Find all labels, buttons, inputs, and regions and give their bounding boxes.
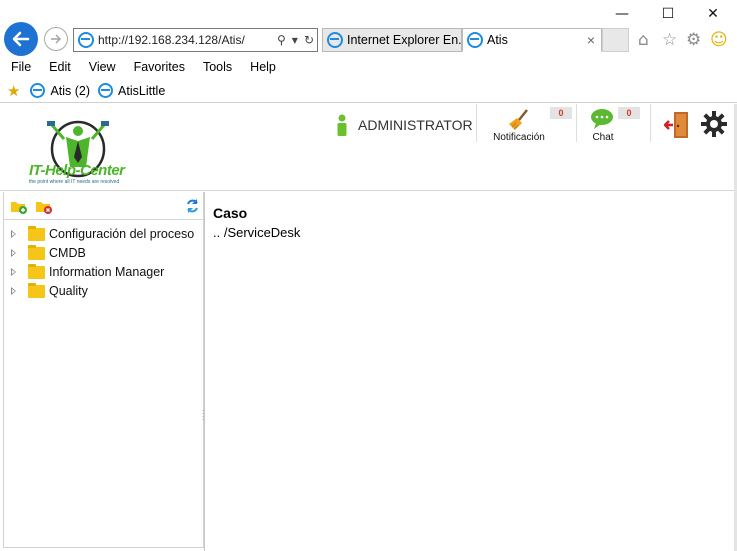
tree-item-label: Quality (49, 284, 88, 298)
tree-toolbar (4, 192, 204, 220)
arrow-left-icon (12, 31, 30, 47)
close-tab-icon[interactable]: × (587, 32, 595, 48)
favorite-atislittle[interactable]: AtisLittle (98, 83, 165, 98)
menu-edit[interactable]: Edit (38, 60, 78, 74)
menu-favorites[interactable]: Favorites (123, 60, 192, 74)
ie-icon (30, 83, 46, 98)
ie-icon (98, 83, 114, 98)
tab-label: Internet Explorer En... (347, 33, 461, 47)
tree-item-label: CMDB (49, 246, 86, 260)
chevron-down-icon[interactable]: ▼ (292, 36, 298, 45)
tree-item-information-manager[interactable]: Information Manager (4, 263, 164, 281)
app-header: IT-Help-Center the point where all IT ne… (0, 104, 737, 191)
tree-panel: Configuración del proceso CMDB Informati… (3, 192, 204, 548)
home-icon[interactable]: ⌂ (638, 30, 649, 50)
tab-atis[interactable]: Atis × (462, 28, 602, 52)
logout-door-icon[interactable] (664, 111, 690, 139)
notification-badge: 0 (550, 107, 572, 119)
splitter-grip-icon[interactable]: · · · · (202, 408, 207, 424)
logo-subtitle: the point where all IT needs are resolve… (29, 179, 120, 185)
menu-help[interactable]: Help (239, 60, 283, 74)
folder-icon (28, 225, 45, 241)
user-icon (337, 114, 347, 136)
folder-icon (28, 263, 45, 279)
address-text[interactable]: http://192.168.234.128/Atis/ (98, 33, 274, 47)
folder-icon (28, 244, 45, 260)
user-menu[interactable]: ADMINISTRATOR (335, 114, 473, 136)
tab-internet-explorer[interactable]: Internet Explorer En... (322, 28, 462, 52)
refresh-icon[interactable] (185, 198, 200, 214)
forward-button[interactable] (44, 27, 68, 51)
menu-tools[interactable]: Tools (192, 60, 239, 74)
divider (650, 104, 651, 142)
new-tab-button[interactable] (602, 28, 629, 52)
chat-label: Chat (592, 132, 614, 143)
broom-icon (509, 109, 528, 130)
tree-item-quality[interactable]: Quality (4, 282, 88, 300)
settings-gear-icon[interactable] (701, 111, 727, 137)
logo-title: IT-Help-Center (29, 162, 125, 179)
page-title: Caso (213, 205, 248, 221)
divider (476, 104, 477, 142)
expand-arrow-icon[interactable] (11, 230, 16, 238)
arrow-right-icon (51, 34, 61, 44)
tree-item-cmdb[interactable]: CMDB (4, 244, 86, 262)
menu-view[interactable]: View (78, 60, 123, 74)
address-bar[interactable]: http://192.168.234.128/Atis/ ⚲ ▼ ↻ (73, 28, 318, 52)
favorite-label: Atis (2) (50, 83, 91, 98)
chat-badge: 0 (618, 107, 640, 119)
chat-bubble-icon (591, 109, 613, 129)
smiley-icon[interactable]: ☺ (710, 30, 728, 50)
tree-item-label: Configuración del proceso (49, 227, 195, 241)
notifications-button[interactable]: 0 Notificación (488, 104, 572, 144)
refresh-icon[interactable]: ↻ (304, 33, 314, 47)
favorite-atis[interactable]: Atis (2) (30, 83, 90, 98)
add-folder-icon[interactable] (10, 199, 28, 214)
notification-label: Notificación (493, 132, 545, 143)
user-name: ADMINISTRATOR (358, 117, 473, 133)
ie-icon (467, 32, 483, 48)
search-icon[interactable]: ⚲ (277, 33, 286, 47)
tree-item-configuracion[interactable]: Configuración del proceso (4, 225, 194, 243)
menu-file[interactable]: File (0, 60, 38, 74)
panel-splitter[interactable] (204, 192, 205, 551)
favorites-bar: ★ Atis (2) AtisLittle (0, 79, 737, 103)
favorite-label: AtisLittle (118, 83, 166, 98)
gear-icon[interactable]: ⚙ (686, 30, 701, 50)
back-button[interactable] (4, 22, 38, 56)
chat-button[interactable]: 0 Chat (586, 104, 640, 144)
breadcrumb[interactable]: .. /ServiceDesk (213, 225, 300, 240)
ie-icon (78, 32, 94, 48)
tree-item-label: Information Manager (49, 265, 165, 279)
favorites-star-icon[interactable]: ★ (7, 82, 20, 100)
star-icon[interactable]: ☆ (662, 30, 677, 50)
expand-arrow-icon[interactable] (11, 249, 16, 257)
ie-icon (327, 32, 343, 48)
navigation-row: http://192.168.234.128/Atis/ ⚲ ▼ ↻ Inter… (0, 22, 737, 56)
expand-arrow-icon[interactable] (11, 287, 16, 295)
divider (576, 104, 577, 142)
folder-icon (28, 282, 45, 298)
menu-bar: File Edit View Favorites Tools Help (0, 56, 737, 78)
delete-folder-icon[interactable] (35, 199, 53, 214)
tab-label: Atis (487, 33, 508, 47)
expand-arrow-icon[interactable] (11, 268, 16, 276)
